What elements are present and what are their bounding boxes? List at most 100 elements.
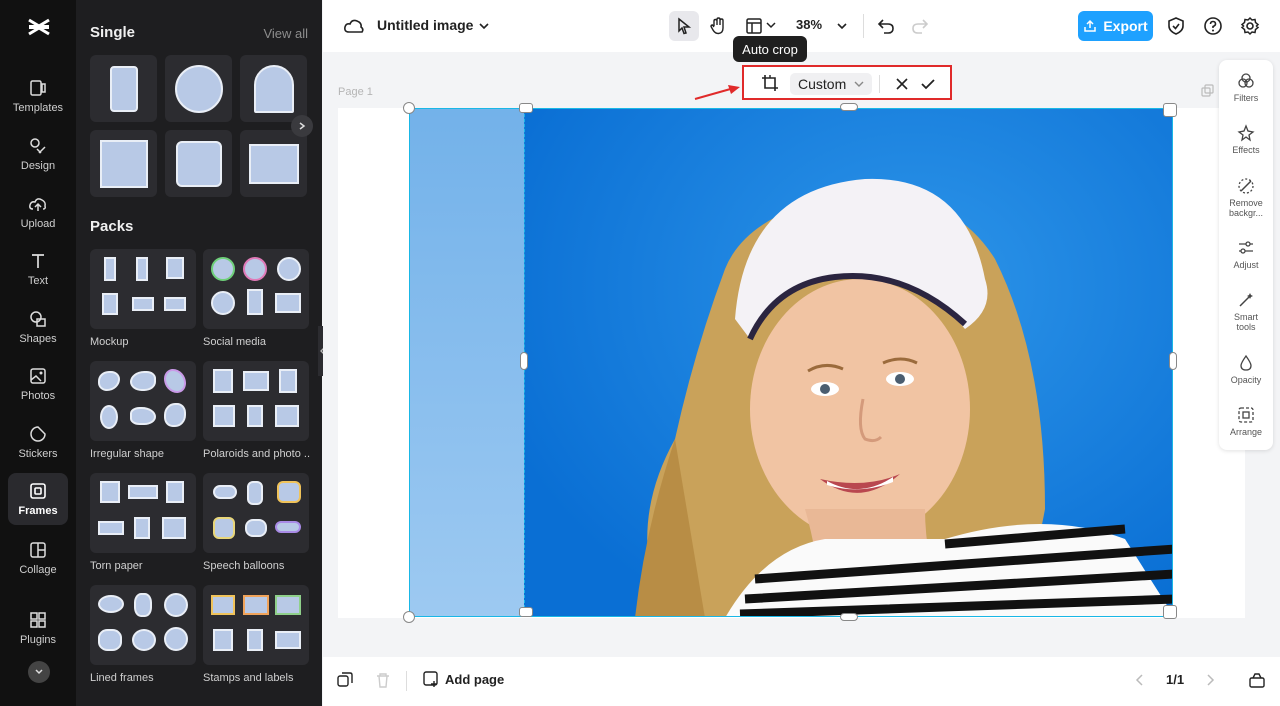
- redo-button[interactable]: [905, 11, 935, 41]
- delete-page-trash-icon[interactable]: [375, 672, 391, 688]
- prop-filters[interactable]: Filters: [1219, 72, 1273, 103]
- zoom-level[interactable]: 38%: [796, 17, 822, 32]
- help-button[interactable]: [1198, 11, 1228, 41]
- frame-thumbnail: [99, 139, 148, 188]
- rail-design[interactable]: Design: [8, 128, 68, 180]
- frame-single-tile[interactable]: [240, 55, 307, 122]
- frame-single-tile[interactable]: [165, 55, 232, 122]
- mini-frame: [104, 257, 116, 281]
- bottom-divider: [406, 671, 407, 691]
- page-panel-toggle-icon[interactable]: [1249, 672, 1265, 688]
- prop-adjust[interactable]: Adjust: [1219, 239, 1273, 270]
- mini-frame: [275, 595, 301, 615]
- rail-label: Collage: [19, 564, 57, 576]
- crop-handle-right[interactable]: [1169, 352, 1177, 370]
- crop-handle-bottom-left[interactable]: [519, 607, 533, 617]
- mini-frame: [164, 369, 186, 393]
- rail-more-button[interactable]: [28, 661, 50, 683]
- undo-button[interactable]: [871, 11, 901, 41]
- shield-button[interactable]: [1161, 11, 1191, 41]
- prop-effects[interactable]: Effects: [1219, 124, 1273, 155]
- mini-frame: [134, 593, 152, 617]
- rail-upload[interactable]: Upload: [8, 186, 68, 238]
- add-page-button[interactable]: Add page: [423, 671, 504, 687]
- mini-frame: [166, 481, 184, 503]
- page-counter: 1/1: [1166, 672, 1185, 687]
- crop-handle-bottom[interactable]: [840, 613, 858, 621]
- prop-label: Arrange: [1229, 427, 1263, 437]
- pack-torn-paper[interactable]: [90, 473, 196, 553]
- prev-page-chevron-left-icon[interactable]: [1135, 674, 1145, 686]
- confirm-crop-check-icon[interactable]: [920, 77, 936, 91]
- rail-frames[interactable]: Frames: [8, 473, 68, 525]
- next-page-chevron-right-icon[interactable]: [1205, 674, 1215, 686]
- layout-chevron-down-icon[interactable]: [766, 21, 776, 29]
- crop-handle-left[interactable]: [520, 352, 528, 370]
- frame-single-tile[interactable]: [240, 130, 307, 197]
- crop-handle-top[interactable]: [840, 103, 858, 111]
- crop-handle-top-right[interactable]: [1163, 103, 1177, 117]
- crop-handle-bottom-right[interactable]: [1163, 605, 1177, 619]
- mini-frame: [213, 517, 235, 539]
- scroll-next-button[interactable]: [291, 115, 313, 137]
- mini-frame: [166, 257, 184, 279]
- rail-collage[interactable]: Collage: [8, 532, 68, 584]
- cloud-save-icon[interactable]: [343, 16, 365, 36]
- select-tool-button[interactable]: [669, 11, 699, 41]
- prop-smart-tools[interactable]: Smart tools: [1219, 291, 1273, 332]
- frame-thumbnail: [109, 65, 138, 112]
- crop-handle-top-left[interactable]: [519, 103, 533, 113]
- mini-frame: [98, 521, 124, 535]
- prop-label: Filters: [1233, 93, 1259, 103]
- design-icon: [30, 138, 46, 154]
- page-duplicate-icon[interactable]: [1201, 84, 1215, 98]
- capcut-logo-icon[interactable]: [26, 14, 52, 40]
- pack-lined-frames[interactable]: [90, 585, 196, 665]
- magic-wand-icon: [1239, 293, 1253, 307]
- mini-frame: [132, 297, 154, 311]
- title-chevron-down-icon[interactable]: [478, 21, 490, 31]
- hand-tool-button[interactable]: [703, 11, 733, 41]
- mini-frame: [164, 593, 188, 617]
- rail-plugins[interactable]: Plugins: [8, 602, 68, 654]
- prop-label: Effects: [1232, 145, 1260, 155]
- rail-photos[interactable]: Photos: [8, 358, 68, 410]
- prop-arrange[interactable]: Arrange: [1219, 406, 1273, 437]
- document-title[interactable]: Untitled image: [377, 17, 473, 33]
- duplicate-page-icon[interactable]: [337, 672, 353, 688]
- resize-handle-bottom-left[interactable]: [403, 611, 415, 623]
- pack-speech-balloons[interactable]: [203, 473, 309, 553]
- settings-button[interactable]: [1235, 11, 1265, 41]
- frame-single-tile[interactable]: [90, 55, 157, 122]
- frame-single-tile[interactable]: [165, 130, 232, 197]
- redo-icon: [912, 19, 929, 34]
- pack-label: Speech balloons: [203, 560, 285, 572]
- mini-frame: [245, 519, 267, 537]
- frame-single-tile[interactable]: [90, 130, 157, 197]
- cancel-crop-close-icon[interactable]: [895, 77, 909, 91]
- pack-social-media[interactable]: [203, 249, 309, 329]
- rail-text[interactable]: Text: [8, 243, 68, 295]
- crop-ratio-dropdown[interactable]: Custom: [790, 73, 872, 95]
- rail-shapes[interactable]: Shapes: [8, 301, 68, 353]
- mini-frame: [247, 481, 263, 505]
- mini-frame: [98, 629, 122, 651]
- effects-sparkle-icon: [1237, 124, 1255, 142]
- view-all-link[interactable]: View all: [263, 26, 308, 41]
- pack-stamps-labels[interactable]: [203, 585, 309, 665]
- pack-polaroids[interactable]: [203, 361, 309, 441]
- pack-mockup[interactable]: [90, 249, 196, 329]
- mini-frame: [102, 293, 118, 315]
- prop-opacity[interactable]: Opacity: [1219, 354, 1273, 385]
- rail-label: Frames: [18, 505, 58, 517]
- crop-icon[interactable]: [761, 74, 779, 92]
- pack-irregular-shape[interactable]: [90, 361, 196, 441]
- prop-remove-background[interactable]: Remove backgr...: [1219, 177, 1273, 218]
- rail-stickers[interactable]: Stickers: [8, 416, 68, 468]
- adjust-sliders-icon: [1239, 241, 1253, 254]
- resize-handle-top-left[interactable]: [403, 102, 415, 114]
- export-button[interactable]: Export: [1078, 11, 1153, 41]
- zoom-chevron-down-icon[interactable]: [836, 21, 848, 31]
- mini-frame: [211, 257, 235, 281]
- rail-templates[interactable]: Templates: [8, 70, 68, 122]
